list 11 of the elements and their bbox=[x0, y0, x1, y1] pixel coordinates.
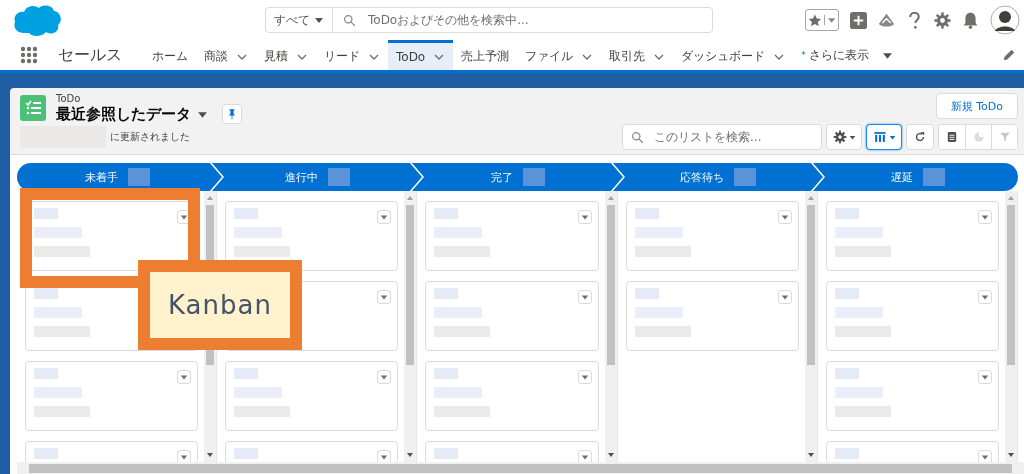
stage-label: 進行中 bbox=[284, 169, 318, 185]
list-view-title: 最近参照したデータ bbox=[56, 104, 191, 124]
stage-label: 未着手 bbox=[84, 169, 118, 185]
app-name: セールス bbox=[58, 44, 122, 66]
asterisk-mark: * bbox=[801, 50, 806, 60]
stage-label: 応答待ち bbox=[679, 169, 724, 185]
updated-label: に更新されました bbox=[110, 130, 190, 144]
stage-label: 遅延 bbox=[890, 169, 913, 185]
object-label: ToDo bbox=[56, 93, 82, 104]
kanban-callout-tooltip: Kanban bbox=[138, 260, 302, 350]
stage-label: 完了 bbox=[490, 169, 513, 185]
